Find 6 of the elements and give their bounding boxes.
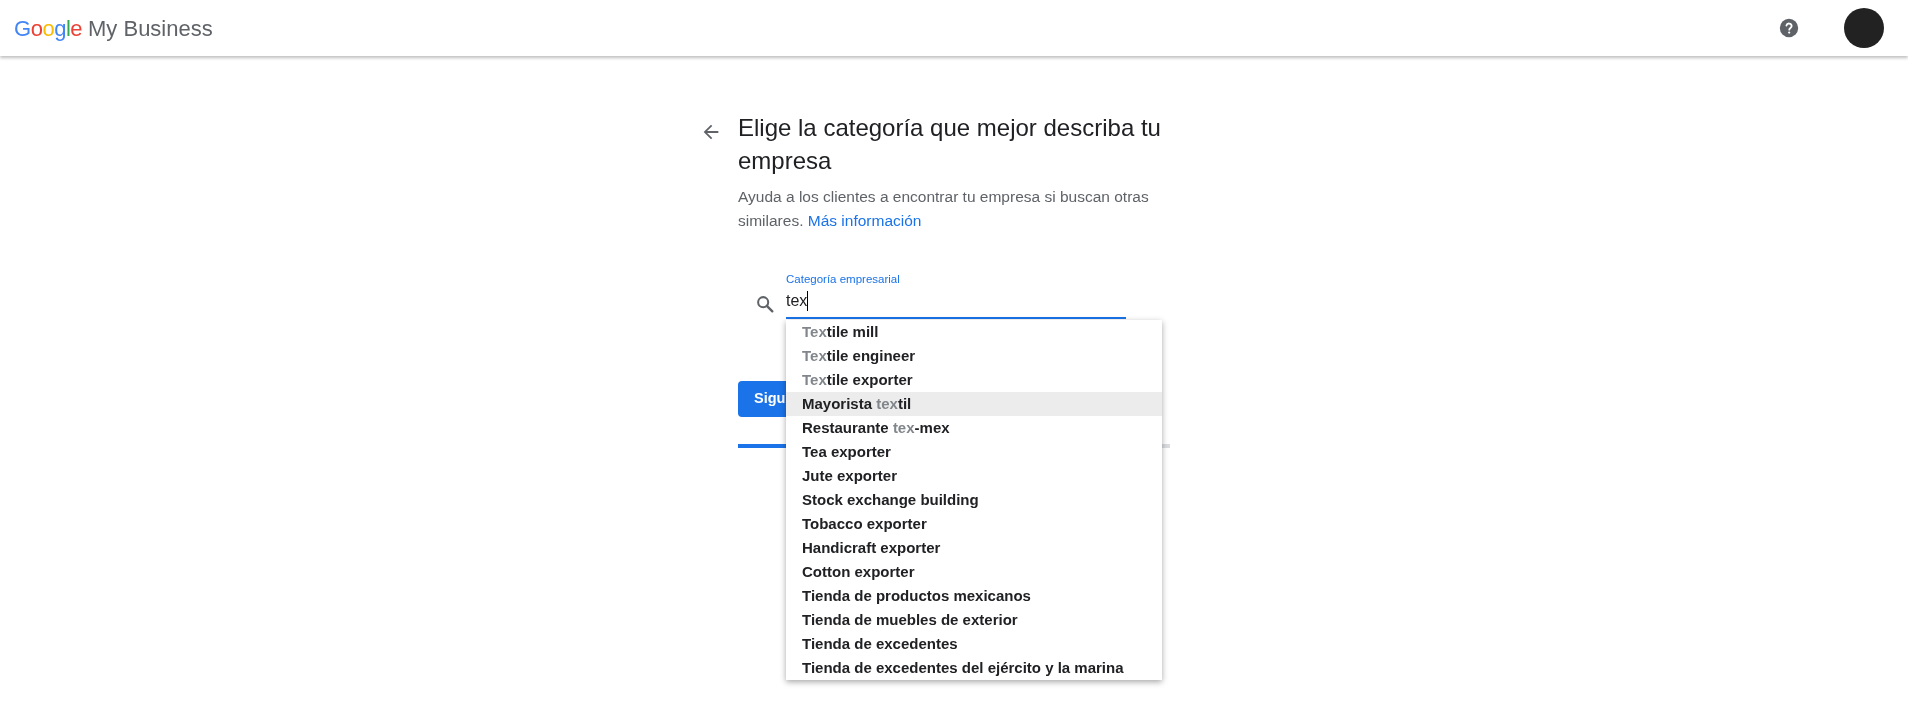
field-value: tex xyxy=(786,291,808,311)
field-label: Categoría empresarial xyxy=(786,272,901,287)
google-logo: Google xyxy=(14,14,82,43)
product-name: My Business xyxy=(88,14,213,43)
description: Ayuda a los clientes a encontrar tu empresa si buscan otras similares. Más información xyxy=(738,187,1150,231)
page-heading: Elige la categoría que mejor describa tu empresa xyxy=(738,113,1162,176)
